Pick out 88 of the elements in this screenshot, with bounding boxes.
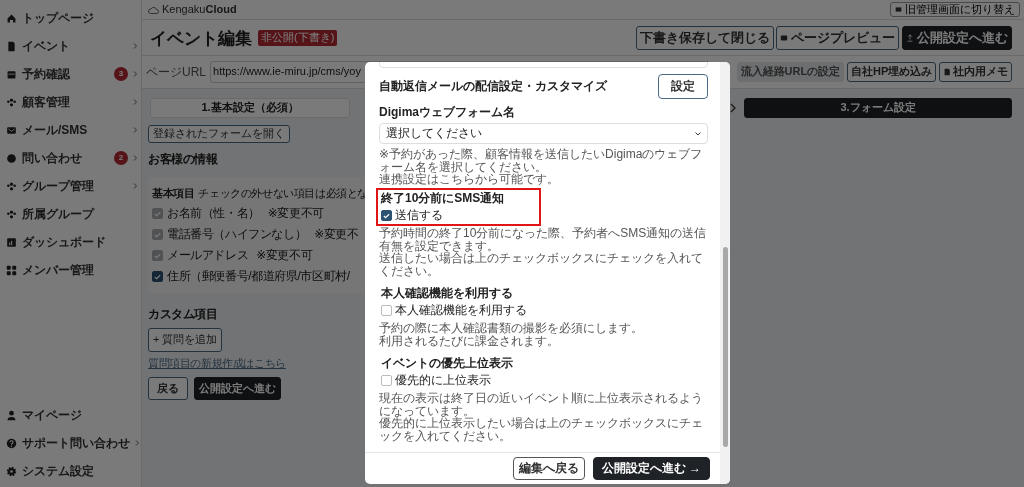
people-icon xyxy=(6,180,17,192)
chart-icon xyxy=(6,236,17,248)
select-field[interactable]: 選択してください xyxy=(379,123,708,144)
open-form-button[interactable]: 登録されたフォームを開く xyxy=(148,124,290,143)
sidebar-item[interactable]: 問い合わせ 2 xyxy=(0,144,141,172)
settings-button[interactable]: 設定 xyxy=(658,74,708,99)
memo-icon xyxy=(943,68,951,77)
help-text: 送信したい場合は上のチェックボックスにチェックを入れてください。 xyxy=(379,252,704,278)
help-text: 連携設定はこちらから可能です。 xyxy=(379,173,560,186)
cloud-icon xyxy=(148,5,159,14)
status-badge: 非公開(下書き) xyxy=(258,30,338,46)
people-icon xyxy=(6,96,17,108)
new-question-link[interactable]: 質問項目の新規作成はこちら xyxy=(148,357,286,370)
sidebar-item[interactable]: マイページ xyxy=(0,401,141,429)
sidebar-item[interactable]: 所属グループ xyxy=(0,200,141,228)
sidebar-item[interactable]: サポート問い合わせ xyxy=(0,429,141,457)
checkbox-label: 本人確認機能を利用する xyxy=(395,303,527,319)
checkbox-label: 電話番号（ハイフンなし） xyxy=(167,227,307,242)
section-heading: カスタム項目 xyxy=(148,307,218,322)
preview-button[interactable]: ページプレビュー xyxy=(776,26,900,51)
help-text: ※予約があった際、顧客情報を送信したいDigimaのウェブフォーム名を選択してください。 xyxy=(379,148,704,173)
sidebar-item[interactable]: システム設定 xyxy=(0,457,141,485)
sidebar-item[interactable]: グループ管理 xyxy=(0,172,141,200)
back-to-edit-button[interactable]: 編集へ戻る xyxy=(512,457,585,480)
checkbox-label: 住所（郵便番号/都道府県/市区町村/ xyxy=(167,269,350,284)
preview-icon xyxy=(780,34,789,43)
checkbox[interactable] xyxy=(381,375,392,387)
caret-icon xyxy=(695,131,701,136)
people-icon xyxy=(6,208,17,220)
sidebar-item[interactable]: メール/SMS xyxy=(0,116,141,144)
scrollbar[interactable] xyxy=(720,62,730,484)
checkbox[interactable] xyxy=(381,210,392,222)
chat-icon xyxy=(6,152,17,164)
checkbox[interactable] xyxy=(381,305,392,317)
sidebar-item[interactable]: ダッシュボード xyxy=(0,228,141,256)
add-question-button[interactable]: + 質問を追加 xyxy=(148,328,223,352)
checkbox-label: 優先的に上位表示 xyxy=(395,373,491,389)
option-title: 本人確認機能を利用する xyxy=(381,286,513,302)
switch-admin-button[interactable]: 旧管理画面に切り替え xyxy=(890,1,1020,18)
help-text: 現在の表示は終了日の近いイベント順に上位表示されるようになっています。 xyxy=(379,392,704,418)
person-icon xyxy=(6,409,17,421)
sidebar-item[interactable]: イベント xyxy=(0,32,141,60)
field-note: ※変更不 xyxy=(314,227,359,242)
sidebar-item[interactable]: 顧客管理 xyxy=(0,88,141,116)
screen-icon xyxy=(895,6,902,13)
help-text: 予約の際に本人確認書類の撮影を必須にします。 xyxy=(379,322,644,335)
checkbox-label: メールアドレス xyxy=(167,248,249,263)
field-note: ※変更不可 xyxy=(267,206,324,221)
help-text: 優先的に上位表示したい場合は上のチェックボックスにチェックを入れてください。 xyxy=(379,417,704,443)
count-badge: 2 xyxy=(114,151,128,165)
field-note: ※変更不可 xyxy=(256,248,313,263)
help-text: 利用されるたびに課金されます。 xyxy=(379,334,559,348)
url-action-button[interactable]: 自社HP埋め込み xyxy=(846,62,937,82)
next-button[interactable]: 公開設定へ進む → xyxy=(592,457,710,480)
next-button[interactable]: 公開設定へ進む xyxy=(193,376,281,401)
checkbox[interactable] xyxy=(152,271,163,282)
logo[interactable]: KengakuCloud xyxy=(148,2,237,17)
checkbox-label: お名前（性・名） xyxy=(167,206,260,221)
option-title: 終了10分前にSMS通知 xyxy=(381,191,505,207)
basic-items-title: 基本項目 xyxy=(152,186,195,199)
page-title: イベント編集 xyxy=(150,27,252,49)
sidebar-item[interactable]: メンバー管理 xyxy=(0,256,141,284)
field-label: 自動返信メールの配信設定・カスタマイズ xyxy=(379,79,607,94)
sidebar-item[interactable]: 予約確認 3 xyxy=(0,60,141,88)
count-badge: 3 xyxy=(114,67,128,81)
step-tab[interactable]: 1.基本設定（必須） xyxy=(150,98,350,118)
option-title: イベントの優先上位表示 xyxy=(381,356,513,372)
mail-icon xyxy=(6,124,17,136)
memo-button[interactable]: 社内用メモ xyxy=(939,62,1012,82)
save-draft-button[interactable]: 下書き保存して閉じる xyxy=(635,26,774,51)
upload-icon xyxy=(906,34,914,43)
step-tab[interactable]: 3.フォーム設定 xyxy=(744,98,1012,118)
checkbox-label: 送信する xyxy=(395,208,443,224)
url-label: ページURL xyxy=(146,64,206,80)
settings-link[interactable]: こちら xyxy=(439,172,475,186)
field-label: Digimaウェブフォーム名 xyxy=(379,105,515,120)
publish-settings-button[interactable]: 公開設定へ進む xyxy=(902,26,1012,51)
document-icon xyxy=(6,40,17,52)
grid-icon xyxy=(6,264,17,276)
calendar-icon xyxy=(6,68,17,80)
help-text: 予約時間の終了10分前になった際、予約者へSMS通知の送信有無を設定できます。 xyxy=(379,227,708,253)
scrollbar-thumb[interactable] xyxy=(723,247,728,447)
home-icon xyxy=(6,12,17,24)
help-icon xyxy=(6,437,17,449)
back-button[interactable]: 戻る xyxy=(148,376,188,401)
settings-icon xyxy=(6,465,17,477)
sidebar-item[interactable]: トップページ xyxy=(0,4,141,32)
section-heading: お客様の情報 xyxy=(148,151,218,167)
